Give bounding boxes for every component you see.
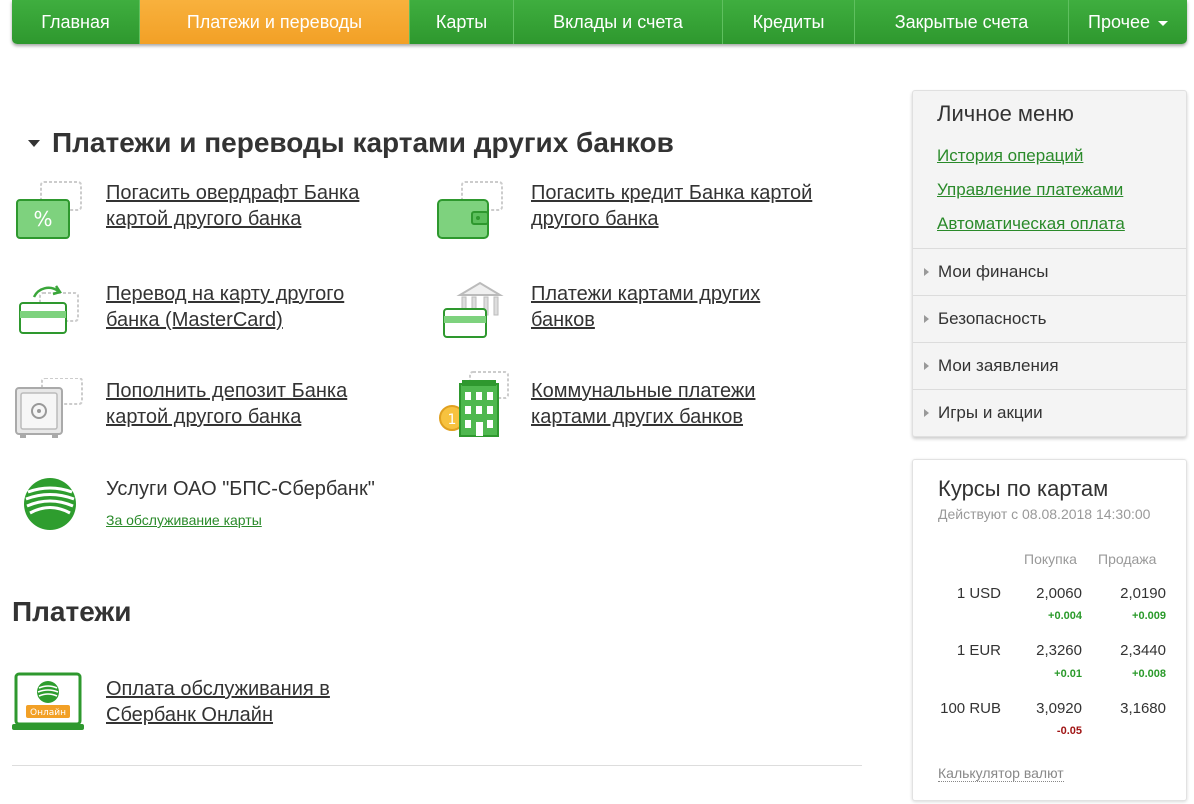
nav-payments[interactable]: Платежи и переводы	[140, 0, 410, 44]
rate-currency: 100 RUB	[940, 700, 1001, 717]
rate-currency: 1 USD	[956, 585, 1001, 602]
menu-row-security[interactable]: Безопасность	[913, 295, 1186, 342]
sberbank-online-item[interactable]: Онлайн Оплата обслуживания в Сбербанк Он…	[12, 672, 366, 736]
sberbank-online-icon: Онлайн	[12, 672, 87, 736]
bank-card-icon	[436, 281, 511, 345]
rate-currency: 1 EUR	[956, 642, 1001, 659]
card-transfer-icon	[14, 281, 89, 345]
collapse-triangle-icon	[28, 139, 40, 147]
bps-service-title: Услуги ОАО "БПС-Сбербанк"	[106, 478, 375, 500]
svg-text:%: %	[33, 207, 52, 231]
currency-calculator-link[interactable]: Калькулятор валют	[938, 765, 1064, 782]
svg-text:1: 1	[448, 412, 457, 428]
personal-menu: Личное меню История операций Управление …	[912, 90, 1187, 437]
credit-payment-item[interactable]: Погасить кредит Банка картой другого бан…	[436, 180, 821, 244]
rate-sell-delta: +0.009	[1132, 610, 1166, 622]
chevron-right-icon	[924, 268, 929, 276]
auto-payment-link[interactable]: Автоматическая оплата	[937, 214, 1125, 234]
operation-history-link[interactable]: История операций	[937, 146, 1083, 166]
bps-service-content: Услуги ОАО "БПС-Сбербанк" За обслуживани…	[106, 476, 375, 540]
menu-row-applications[interactable]: Мои заявления	[913, 342, 1186, 389]
safe-card-icon	[14, 377, 89, 442]
chevron-right-icon	[924, 362, 929, 370]
overdraft-payment-item[interactable]: % Погасить овердрафт Банка картой другог…	[14, 180, 396, 244]
bank-card-payments-link[interactable]: Платежи картами других банков	[531, 281, 821, 345]
svg-text:Онлайн: Онлайн	[30, 708, 66, 718]
rate-buy-delta: +0.01	[1054, 668, 1082, 680]
rates-col-buy: Покупка	[1024, 551, 1077, 567]
deposit-topup-link[interactable]: Пополнить депозит Банка картой другого б…	[106, 378, 396, 442]
credit-payment-link[interactable]: Погасить кредит Банка картой другого бан…	[531, 180, 821, 244]
rate-buy-delta: -0.05	[1056, 725, 1082, 737]
nav-deposits[interactable]: Вклады и счета	[514, 0, 723, 44]
bank-card-payments-item[interactable]: Платежи картами других банков	[436, 281, 821, 345]
sberbank-online-link[interactable]: Оплата обслуживания в Сбербанк Онлайн	[106, 676, 366, 736]
sberbank-logo-icon	[20, 476, 86, 540]
menu-row-games[interactable]: Игры и акции	[913, 389, 1186, 436]
payment-management-link[interactable]: Управление платежами	[937, 180, 1123, 200]
rate-sell: 2,3440	[1120, 642, 1166, 659]
building-card-icon: 1	[436, 370, 511, 442]
percent-card-icon: %	[14, 180, 89, 244]
top-navigation: Главная Платежи и переводы Карты Вклады …	[12, 0, 1187, 44]
overdraft-payment-link[interactable]: Погасить овердрафт Банка картой другого …	[106, 180, 396, 244]
utility-payments-item[interactable]: 1 Коммунальные платежи картами других ба…	[436, 370, 821, 442]
rates-subtitle: Действуют с 08.08.2018 14:30:00	[938, 506, 1151, 522]
nav-more[interactable]: Прочее	[1069, 0, 1187, 44]
card-transfer-item[interactable]: Перевод на карту другого банка (MasterCa…	[14, 281, 396, 345]
bps-service-item: Услуги ОАО "БПС-Сбербанк" За обслуживани…	[20, 476, 375, 540]
chevron-down-icon	[1157, 21, 1168, 26]
rate-buy-delta: +0.004	[1048, 610, 1082, 622]
chevron-right-icon	[924, 315, 929, 323]
rate-buy: 2,3260	[1036, 642, 1082, 659]
card-transfer-link[interactable]: Перевод на карту другого банка (MasterCa…	[106, 281, 396, 345]
payments-heading: Платежи	[12, 596, 132, 627]
rate-buy: 3,0920	[1036, 700, 1082, 717]
section-title[interactable]: Платежи и переводы картами других банков	[28, 127, 674, 159]
chevron-right-icon	[924, 409, 929, 417]
card-rates-panel: Курсы по картам Действуют с 08.08.2018 1…	[912, 459, 1187, 801]
nav-home[interactable]: Главная	[12, 0, 140, 44]
rate-sell-delta: +0.008	[1132, 668, 1166, 680]
nav-loans[interactable]: Кредиты	[723, 0, 855, 44]
wallet-card-icon	[436, 180, 511, 244]
divider	[12, 765, 862, 766]
utility-payments-link[interactable]: Коммунальные платежи картами других банк…	[531, 378, 821, 442]
rate-sell: 2,0190	[1120, 585, 1166, 602]
personal-menu-title: Личное меню	[937, 101, 1074, 126]
rate-buy: 2,0060	[1036, 585, 1082, 602]
nav-cards[interactable]: Карты	[410, 0, 514, 44]
card-service-fee-link[interactable]: За обслуживание карты	[106, 512, 262, 528]
rates-col-sell: Продажа	[1098, 551, 1157, 567]
nav-closed-accounts[interactable]: Закрытые счета	[855, 0, 1069, 44]
rate-sell: 3,1680	[1120, 700, 1166, 717]
deposit-topup-item[interactable]: Пополнить депозит Банка картой другого б…	[14, 377, 396, 442]
menu-row-finances[interactable]: Мои финансы	[913, 248, 1186, 295]
rates-title: Курсы по картам	[938, 476, 1109, 501]
